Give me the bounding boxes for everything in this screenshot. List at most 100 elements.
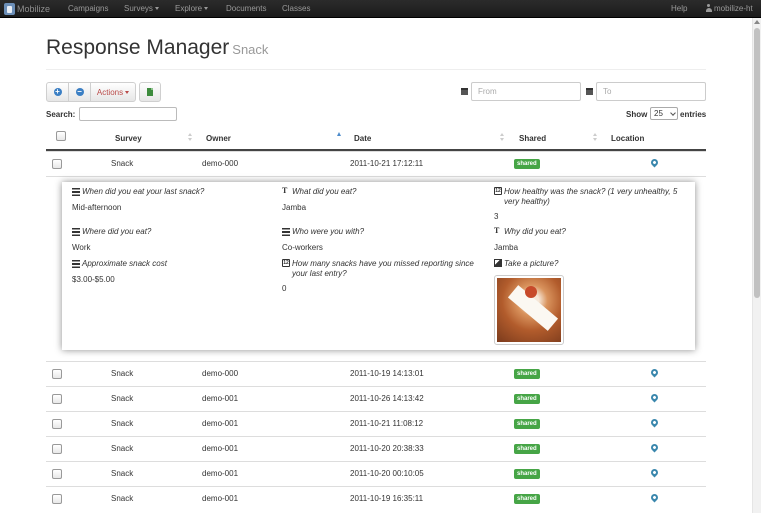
row-owner: demo-001 xyxy=(202,419,239,428)
page-size-select[interactable]: 25 xyxy=(650,107,678,120)
column-owner[interactable]: Owner xyxy=(206,134,231,143)
question-text: Take a picture? xyxy=(504,259,559,268)
answer-text: Work xyxy=(72,243,91,252)
row-checkbox[interactable] xyxy=(52,369,62,379)
answer-text: 3 xyxy=(494,212,499,221)
caret-down-icon xyxy=(204,7,209,11)
shared-badge: shared xyxy=(514,494,540,504)
nav-surveys-label: Surveys xyxy=(124,4,153,13)
table-row[interactable]: Snack demo-001 2011-10-19 16:35:11 share… xyxy=(46,486,706,511)
search-label: Search: xyxy=(46,110,76,119)
table-header: Survey Owner Date Shared Location xyxy=(46,128,706,151)
expand-all-button[interactable]: + xyxy=(46,82,69,102)
map-pin-icon[interactable] xyxy=(649,392,660,403)
nav-campaigns-label: Campaigns xyxy=(68,4,109,13)
map-pin-icon[interactable] xyxy=(649,467,660,478)
nav-classes-label: Classes xyxy=(282,4,311,13)
map-pin-icon[interactable] xyxy=(649,417,660,428)
actions-dropdown-button[interactable]: Actions xyxy=(90,82,136,102)
nav-campaigns[interactable]: Campaigns xyxy=(68,4,108,14)
row-checkbox[interactable] xyxy=(52,444,62,454)
document-icon xyxy=(147,88,153,96)
scroll-up-arrow-icon[interactable] xyxy=(754,20,760,24)
row-checkbox[interactable] xyxy=(52,419,62,429)
row-date: 2011-10-21 11:08:12 xyxy=(350,419,424,428)
shared-badge: shared xyxy=(514,469,540,479)
nav-help[interactable]: Help xyxy=(671,4,687,14)
sort-ascending-icon[interactable] xyxy=(337,132,341,136)
nav-documents[interactable]: Documents xyxy=(226,4,266,14)
question-text: Why did you eat? xyxy=(504,227,566,236)
question-text: How healthy was the snack? (1 very unhea… xyxy=(504,187,678,206)
entries-label: entries xyxy=(680,110,707,119)
table-row-expanded[interactable]: Snack demo-000 2011-10-21 17:12:11 share… xyxy=(46,151,706,176)
row-date: 2011-10-19 16:35:11 xyxy=(350,494,424,503)
scrollbar-thumb[interactable] xyxy=(754,28,760,298)
shared-badge: shared xyxy=(514,394,540,404)
map-pin-icon[interactable] xyxy=(649,367,660,378)
calendar-icon xyxy=(586,88,593,95)
nav-help-label: Help xyxy=(671,4,688,13)
row-checkbox[interactable] xyxy=(52,469,62,479)
question-text: When did you eat your last snack? xyxy=(82,187,205,196)
row-owner: demo-001 xyxy=(202,394,239,403)
select-all-checkbox[interactable] xyxy=(56,131,66,141)
row-checkbox[interactable] xyxy=(52,494,62,504)
table-row[interactable]: Snack demo-001 2011-10-20 00:10:05 share… xyxy=(46,461,706,486)
response-detail-panel: When did you eat your last snack? Mid-af… xyxy=(62,182,695,350)
page-subtitle: Snack xyxy=(232,42,269,57)
row-checkbox[interactable] xyxy=(52,394,62,404)
answer-text: 0 xyxy=(282,284,287,293)
nav-classes[interactable]: Classes xyxy=(282,4,310,14)
user-menu[interactable]: mobilize-ht xyxy=(705,4,753,14)
question-text: How many snacks have you missed reportin… xyxy=(292,259,474,278)
row-checkbox[interactable] xyxy=(52,159,62,169)
sort-icon[interactable] xyxy=(188,133,193,142)
export-button[interactable] xyxy=(139,82,161,102)
mobilize-logo-icon xyxy=(4,3,15,15)
collapse-all-button[interactable]: − xyxy=(68,82,91,102)
page-header: Response Manager Snack xyxy=(46,36,706,70)
row-owner: demo-001 xyxy=(202,494,239,503)
table-row[interactable]: Snack demo-001 2011-10-21 11:08:12 share… xyxy=(46,411,706,436)
sort-icon[interactable] xyxy=(500,133,505,142)
action-button-group: + − Actions xyxy=(46,82,136,102)
list-icon xyxy=(282,228,290,236)
column-survey[interactable]: Survey xyxy=(115,134,142,143)
table-row[interactable]: Snack demo-001 2011-10-20 20:38:33 share… xyxy=(46,436,706,461)
brand[interactable]: Mobilize xyxy=(4,3,50,15)
text-icon: T xyxy=(282,186,288,195)
column-shared[interactable]: Shared xyxy=(519,134,546,143)
map-pin-icon[interactable] xyxy=(649,492,660,503)
row-survey: Snack xyxy=(111,159,134,168)
nav-surveys[interactable]: Surveys xyxy=(124,4,159,14)
answer-text: Jamba xyxy=(494,243,519,252)
sort-icon[interactable] xyxy=(593,133,598,142)
list-icon xyxy=(72,260,80,268)
column-date[interactable]: Date xyxy=(354,134,371,143)
from-date-input[interactable] xyxy=(471,82,581,101)
shared-badge: shared xyxy=(514,419,540,429)
plus-circle-icon: + xyxy=(53,87,62,96)
list-icon xyxy=(72,228,80,236)
column-location[interactable]: Location xyxy=(611,134,644,143)
to-date-input[interactable] xyxy=(596,82,706,101)
show-label: Show xyxy=(626,110,648,119)
table-row[interactable]: Snack demo-001 2011-10-26 14:13:42 share… xyxy=(46,386,706,411)
row-date: 2011-10-20 20:38:33 xyxy=(350,444,424,453)
table-row[interactable]: Snack demo-000 2011-10-19 14:13:01 share… xyxy=(46,361,706,386)
response-detail-row: When did you eat your last snack? Mid-af… xyxy=(46,176,706,360)
page-scrollbar[interactable] xyxy=(752,18,761,513)
question-text: Where did you eat? xyxy=(82,227,152,236)
nav-explore[interactable]: Explore xyxy=(175,4,209,14)
brand-name: Mobilize xyxy=(17,4,51,14)
map-pin-icon[interactable] xyxy=(649,442,660,453)
answer-text: Jamba xyxy=(282,203,307,212)
minus-circle-icon: − xyxy=(75,87,84,96)
question-text: Approximate snack cost xyxy=(82,259,167,268)
search-input[interactable] xyxy=(79,107,177,121)
snack-photo-thumbnail[interactable] xyxy=(494,275,564,345)
nav-explore-label: Explore xyxy=(175,4,203,13)
row-date: 2011-10-19 14:13:01 xyxy=(350,369,424,378)
map-pin-icon[interactable] xyxy=(649,157,660,168)
